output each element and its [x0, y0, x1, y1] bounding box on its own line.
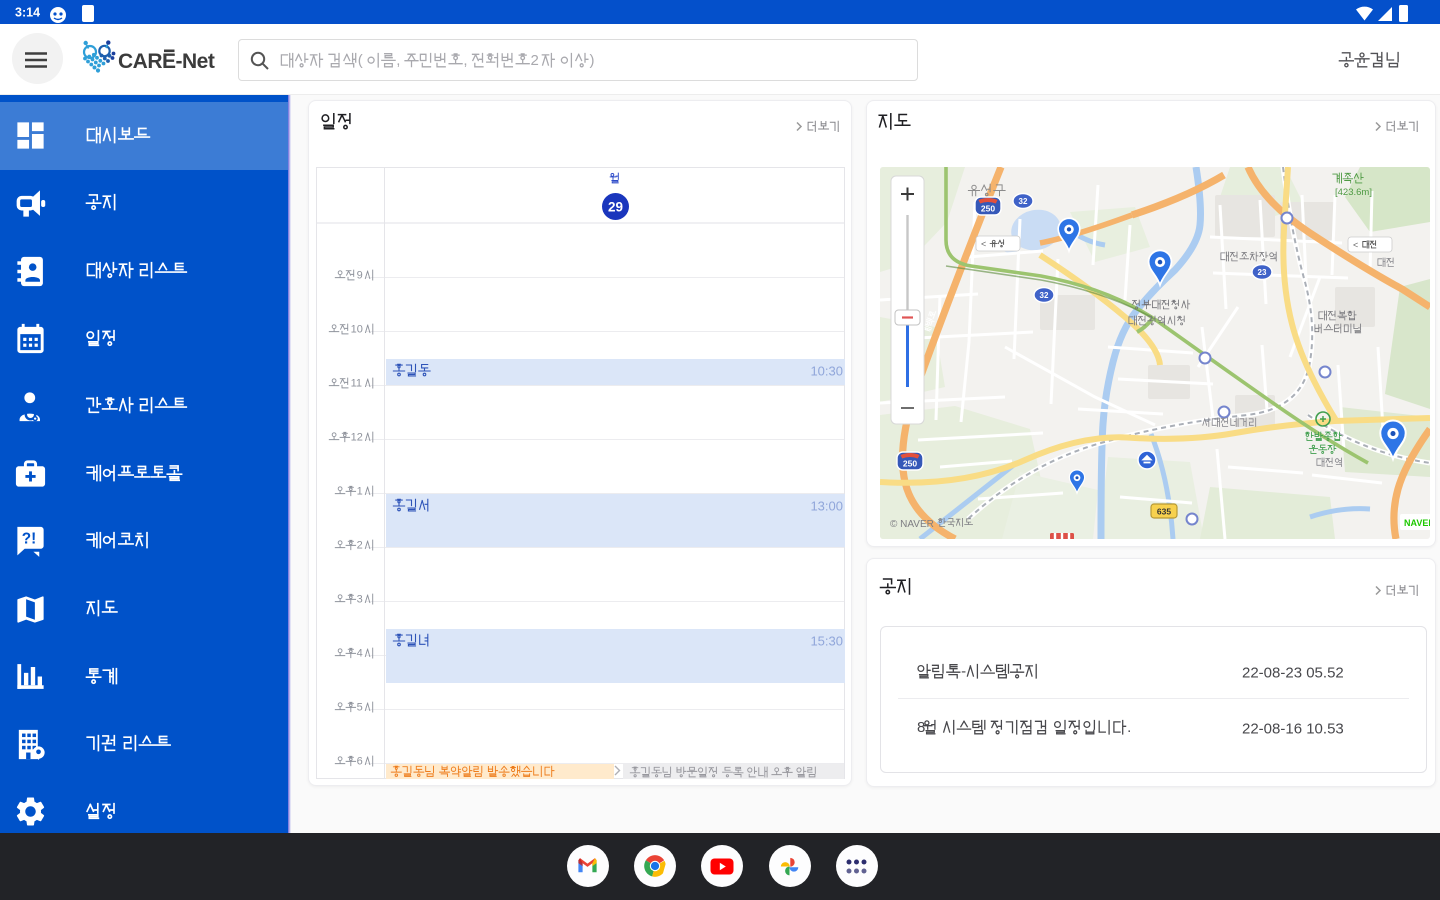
svg-text:5: 5: [356, 702, 362, 714]
svg-text:6: 6: [356, 756, 362, 768]
svg-text:© NAVER: © NAVER: [890, 519, 934, 530]
svg-text:2: 2: [531, 52, 539, 69]
svg-text:2: 2: [356, 540, 362, 552]
svg-text:635: 635: [1157, 507, 1171, 517]
svg-text:22-08-23 05.52: 22-08-23 05.52: [1242, 665, 1344, 682]
svg-text:29: 29: [608, 199, 623, 214]
svg-text:13:00: 13:00: [810, 499, 843, 514]
svg-text:<: <: [1353, 240, 1358, 250]
svg-text:?!: ?!: [22, 531, 36, 548]
svg-text:32: 32: [1019, 197, 1028, 206]
svg-text:3: 3: [356, 594, 362, 606]
svg-text:-: -: [961, 663, 966, 680]
svg-text:9: 9: [356, 270, 362, 282]
svg-text:10: 10: [350, 324, 362, 336]
svg-text:32: 32: [1040, 291, 1049, 300]
svg-text:): ): [590, 52, 595, 69]
svg-text:3:14: 3:14: [15, 6, 40, 20]
svg-text:1: 1: [356, 486, 362, 498]
svg-text:15:30: 15:30: [810, 634, 843, 649]
svg-text:<: <: [981, 239, 986, 249]
svg-text:10:30: 10:30: [810, 364, 843, 379]
svg-text:CARE-Net: CARE-Net: [118, 50, 215, 73]
svg-text:NAVER: NAVER: [1404, 518, 1430, 528]
svg-text:22-08-16 10.53: 22-08-16 10.53: [1242, 721, 1344, 738]
svg-text:11: 11: [350, 378, 361, 390]
svg-text:250: 250: [903, 459, 917, 469]
svg-text:[423.6m]: [423.6m]: [1335, 187, 1372, 198]
svg-text:12: 12: [350, 432, 362, 444]
svg-text:4: 4: [356, 648, 362, 660]
svg-text:,: ,: [463, 52, 467, 69]
svg-text:.: .: [1127, 719, 1131, 736]
svg-text:(: (: [358, 52, 363, 69]
svg-text:8: 8: [917, 719, 925, 736]
svg-text:250: 250: [981, 204, 995, 214]
svg-text:,: ,: [396, 52, 400, 69]
svg-text:23: 23: [1258, 268, 1267, 277]
